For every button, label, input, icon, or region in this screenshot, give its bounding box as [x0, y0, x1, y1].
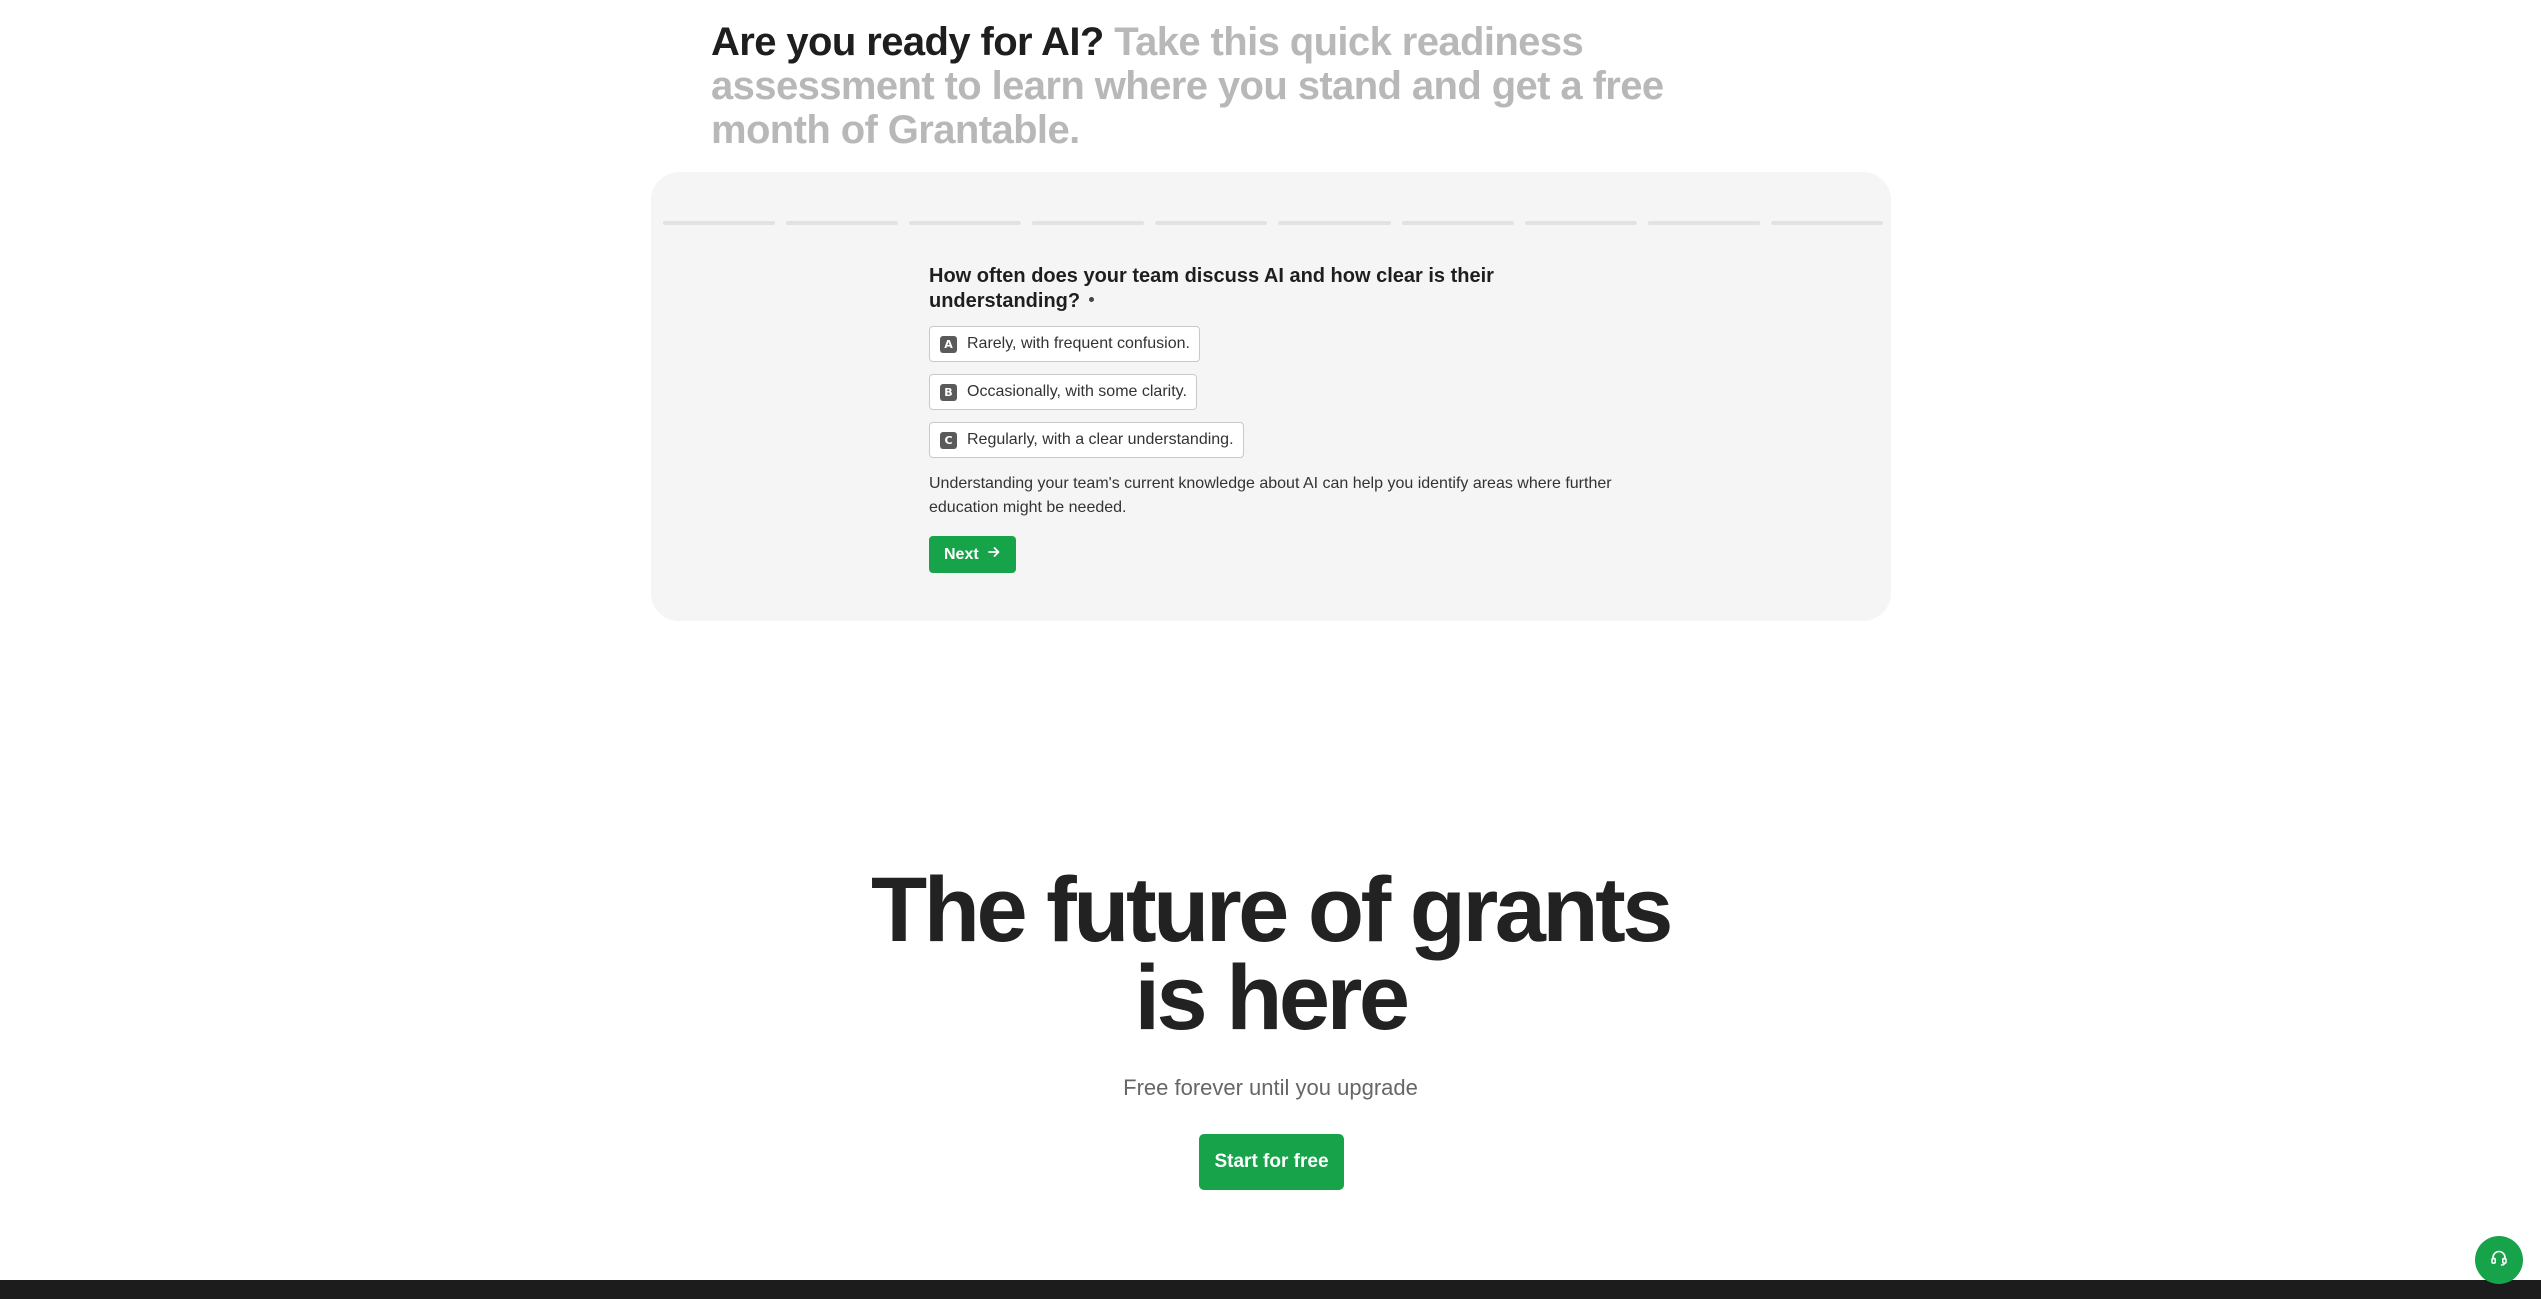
progress-segment	[1032, 221, 1145, 225]
headset-icon	[2489, 1248, 2509, 1273]
question-area: How often does your team discuss AI and …	[929, 264, 1629, 573]
support-chat-button[interactable]	[2475, 1236, 2523, 1284]
heading-title: Are you ready for AI?	[711, 20, 1104, 64]
page-heading: Are you ready for AI? Take this quick re…	[711, 20, 1771, 152]
option-key-badge: B	[940, 383, 957, 401]
progress-segment	[1647, 221, 1760, 225]
question-hint: Understanding your team's current knowle…	[929, 475, 1612, 516]
option-key-badge: A	[940, 335, 957, 353]
progress-segment	[1524, 221, 1637, 225]
progress-segment	[786, 221, 899, 225]
cta-title-line2: is here	[1134, 947, 1410, 1049]
question-text: How often does your team discuss AI and …	[929, 264, 1549, 314]
required-indicator	[1089, 297, 1095, 303]
next-button-label: Next	[944, 545, 979, 563]
progress-bar	[663, 221, 1883, 225]
cta-title: The future of grants is here	[0, 864, 2541, 1044]
footer	[0, 1280, 2541, 1299]
cta-title-line1: The future of grants	[871, 859, 1673, 961]
progress-segment	[1155, 221, 1268, 225]
next-button[interactable]: Next	[929, 536, 1016, 573]
progress-segment	[663, 221, 776, 225]
arrow-right-icon	[987, 545, 1001, 564]
progress-segment	[909, 221, 1022, 225]
option-label: Regularly, with a clear understanding.	[967, 431, 1234, 448]
assessment-card: How often does your team discuss AI and …	[651, 172, 1891, 621]
option-label: Occasionally, with some clarity.	[967, 383, 1187, 400]
option-b[interactable]: B Occasionally, with some clarity.	[929, 374, 1197, 410]
option-a[interactable]: A Rarely, with frequent confusion.	[929, 326, 1200, 362]
cta-subtitle: Free forever until you upgrade	[1123, 1075, 1418, 1100]
option-label: Rarely, with frequent confusion.	[967, 335, 1190, 352]
progress-segment	[1401, 221, 1514, 225]
question-label: How often does your team discuss AI and …	[929, 265, 1494, 312]
progress-segment	[1278, 221, 1391, 225]
start-for-free-button[interactable]: Start for free	[1199, 1134, 1344, 1190]
option-key-badge: C	[940, 431, 957, 449]
option-c[interactable]: C Regularly, with a clear understanding.	[929, 422, 1244, 458]
progress-segment	[1770, 221, 1883, 225]
